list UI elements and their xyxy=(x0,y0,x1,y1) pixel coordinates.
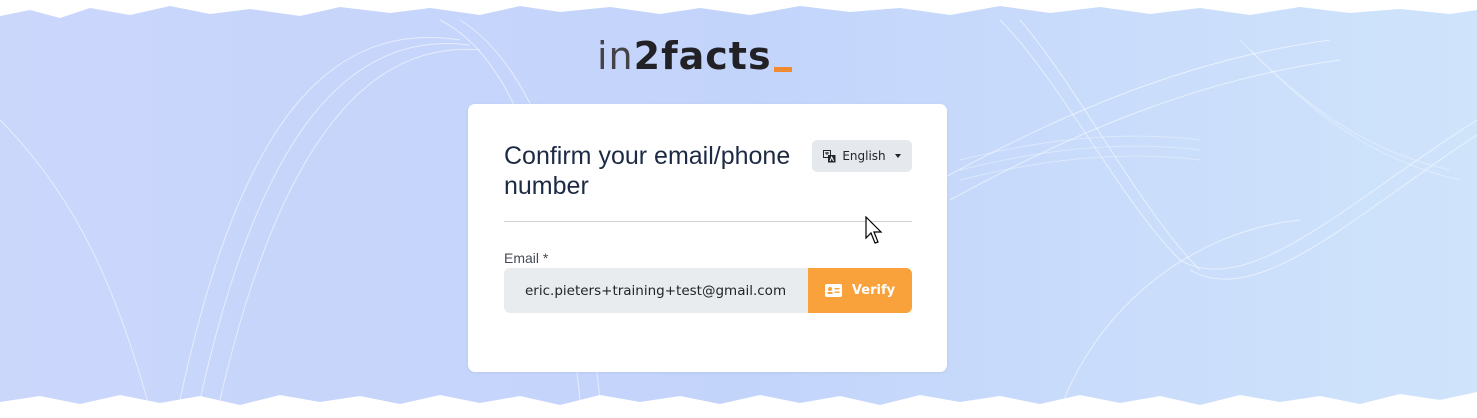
logo-part-2facts: 2facts xyxy=(633,34,772,78)
email-label: Email * xyxy=(504,250,549,266)
verify-label: Verify xyxy=(851,283,896,298)
email-field[interactable] xyxy=(504,268,808,313)
translate-icon xyxy=(823,149,836,162)
in2facts-logo: in 2facts xyxy=(597,36,792,76)
logo-dash xyxy=(773,67,792,72)
mouse-cursor-icon xyxy=(865,216,883,244)
logo-part-in: in xyxy=(597,34,634,78)
chevron-down-icon xyxy=(894,154,901,158)
verify-button[interactable]: Verify xyxy=(808,268,912,313)
language-label: English xyxy=(842,149,886,163)
id-card-icon xyxy=(824,284,842,297)
language-dropdown-button[interactable]: English xyxy=(812,140,912,172)
divider xyxy=(504,221,912,222)
page-title: Confirm your email/phone number xyxy=(504,142,791,200)
